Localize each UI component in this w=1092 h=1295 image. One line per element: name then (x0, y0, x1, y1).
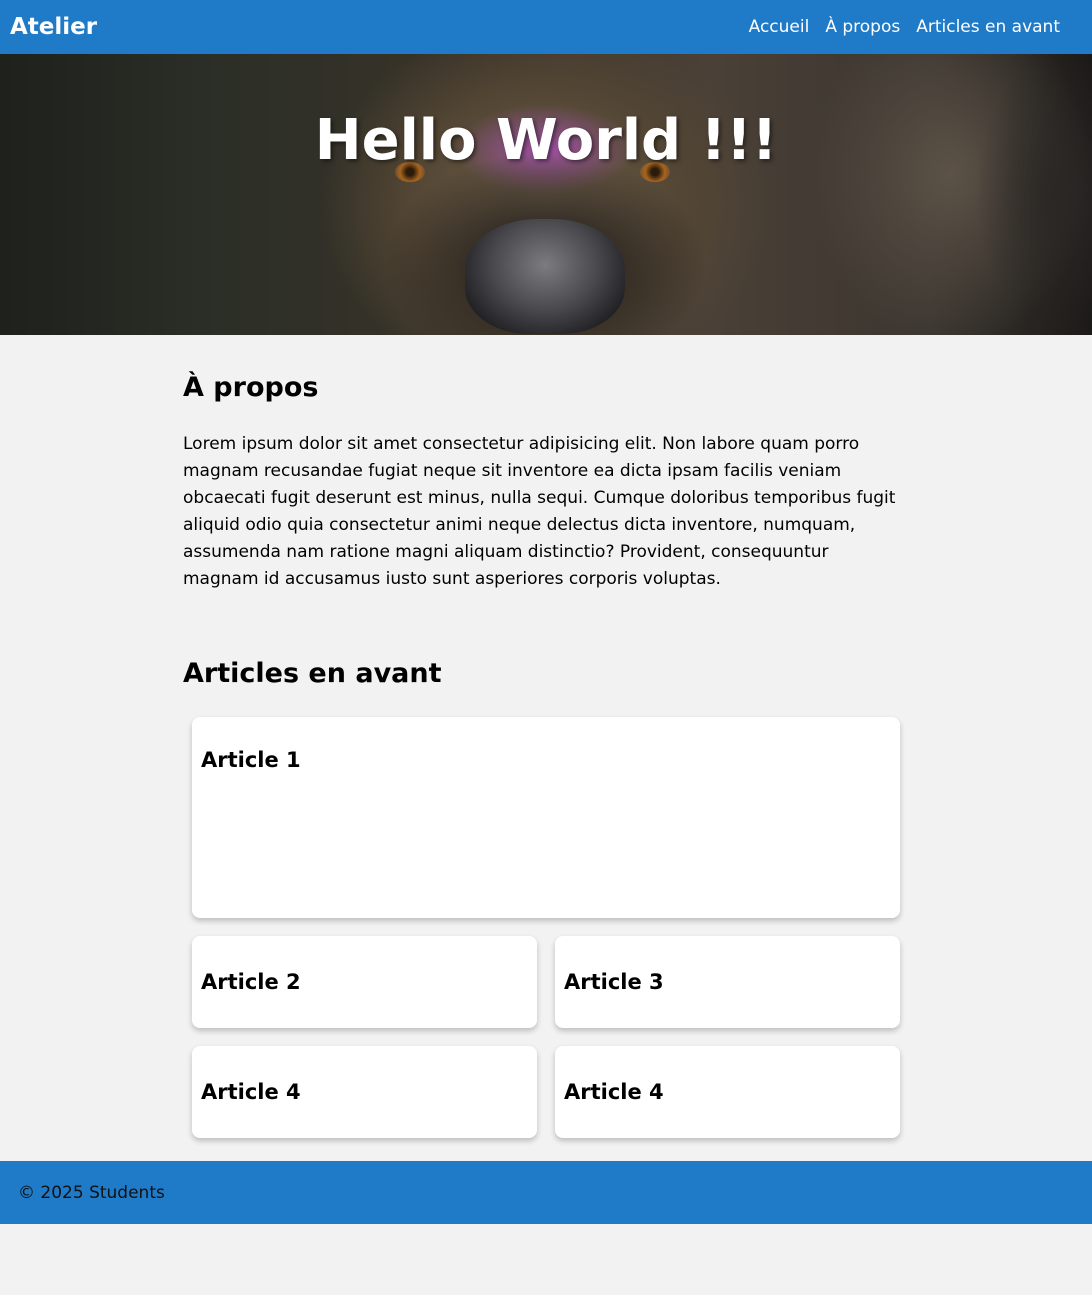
article-card-4[interactable]: Article 4 (192, 1046, 537, 1138)
top-navbar: Atelier Accueil À propos Articles en ava… (0, 0, 1092, 54)
about-heading: À propos (183, 372, 319, 403)
article-card-2[interactable]: Article 2 (192, 936, 537, 1028)
article-card-1[interactable]: Article 1 (192, 717, 900, 918)
hero-image-nose (465, 219, 625, 334)
main-content: À propos Lorem ipsum dolor sit amet cons… (183, 335, 909, 1138)
nav-link-articles[interactable]: Articles en avant (916, 17, 1060, 37)
article-title: Article 4 (201, 1080, 301, 1104)
article-title: Article 2 (201, 970, 301, 994)
article-title: Article 3 (564, 970, 664, 994)
site-brand[interactable]: Atelier (10, 14, 97, 40)
article-title: Article 4 (564, 1080, 664, 1104)
articles-heading: Articles en avant (183, 658, 442, 689)
article-title: Article 1 (201, 748, 301, 772)
footer-copyright: © 2025 Students (18, 1182, 165, 1203)
site-footer: © 2025 Students (0, 1161, 1092, 1224)
nav-link-accueil[interactable]: Accueil (749, 17, 810, 37)
articles-grid: Article 1 Article 2 Article 3 Article 4 … (192, 717, 900, 1138)
about-paragraph: Lorem ipsum dolor sit amet consectetur a… (183, 434, 896, 589)
article-card-5[interactable]: Article 4 (555, 1046, 900, 1138)
main-nav: Accueil À propos Articles en avant (749, 17, 1082, 37)
hero-title: Hello World !!! (314, 108, 778, 173)
article-card-3[interactable]: Article 3 (555, 936, 900, 1028)
hero-banner: Hello World !!! (0, 54, 1092, 335)
nav-link-a-propos[interactable]: À propos (825, 17, 900, 37)
